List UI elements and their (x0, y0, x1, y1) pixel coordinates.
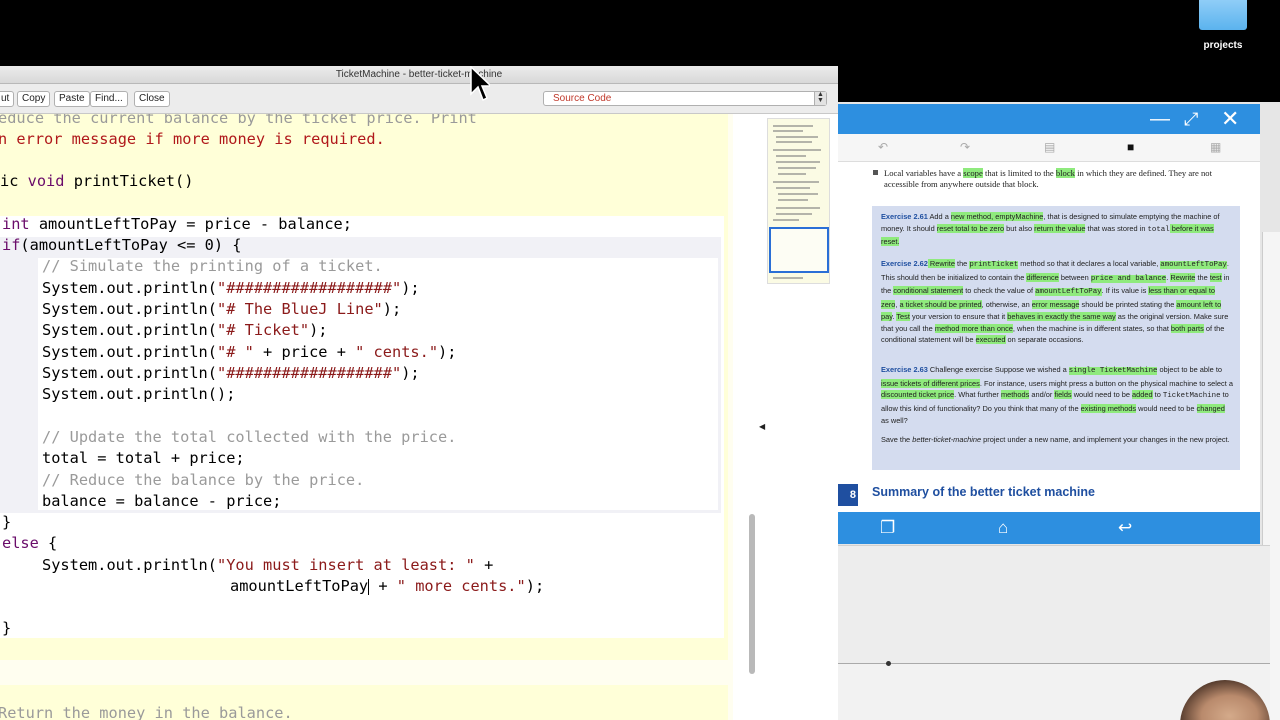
code-line[interactable]: System.out.println("You must insert at l… (42, 555, 493, 576)
code-line[interactable]: // Simulate the printing of a ticket. (42, 256, 383, 277)
vertical-scrollbar[interactable] (748, 114, 756, 676)
code-line[interactable]: else { (2, 533, 57, 554)
viewer-toolbar: ↶ ↷ ▤ ■ ▦ (838, 134, 1260, 162)
code-line[interactable]: } (2, 618, 11, 639)
code-line[interactable]: amountLeftToPay + " more cents."); (230, 576, 544, 597)
window-title[interactable]: TicketMachine - better-ticket-machine (0, 66, 838, 84)
viewer-titlebar: — ⤢ ✕ (838, 104, 1260, 134)
mouse-cursor-icon (470, 66, 490, 102)
section-number: 8 (838, 484, 858, 506)
code-line[interactable]: System.out.println("# " + price + " cent… (42, 342, 456, 363)
book-page: Local variables have a scope that is lim… (838, 162, 1260, 512)
code-editor[interactable]: educe the current balance by the ticket … (0, 114, 733, 720)
select-arrows-icon: ▲ ▼ (814, 91, 826, 105)
paste-button[interactable]: Paste (54, 91, 90, 107)
redo-icon[interactable]: ↷ (960, 140, 970, 154)
code-line[interactable]: Return the money in the balance. (0, 703, 293, 720)
exercise-2-62: Exercise 2.62 Rewrite the printTicket me… (881, 259, 1230, 345)
concept-box: Local variables have a scope that is lim… (884, 168, 1212, 189)
viewer-navbar: ❐ ⌂ ↩ (838, 512, 1260, 544)
recent-apps-icon[interactable]: ❐ (880, 515, 895, 541)
pattern-icon[interactable]: ▦ (1210, 140, 1221, 154)
exercise-2-61: Exercise 2.61 Add a new method, emptyMac… (881, 212, 1220, 247)
section-title: Summary of the better ticket machine (872, 485, 1095, 499)
code-line[interactable]: // Update the total collected with the p… (42, 427, 456, 448)
projects-folder-icon[interactable] (1199, 0, 1247, 30)
code-line[interactable]: balance = balance - price; (42, 491, 281, 512)
code-line[interactable]: System.out.println("# The BlueJ Line"); (42, 299, 401, 320)
code-line[interactable]: System.out.println("# Ticket"); (42, 320, 328, 341)
minimize-icon[interactable]: — (1150, 106, 1170, 132)
code-line[interactable]: } (2, 512, 11, 533)
view-select[interactable]: Source Code ▲ ▼ (543, 91, 827, 106)
copy-button[interactable]: Copy (17, 91, 51, 107)
code-line[interactable]: System.out.println("##################")… (42, 278, 420, 299)
editor-toolbar: ut Copy Paste Find... Close Source Code … (0, 84, 838, 114)
code-line[interactable]: int amountLeftToPay = price - balance; (2, 214, 352, 235)
minimap-viewport[interactable] (769, 227, 829, 273)
bullet-icon (873, 170, 878, 175)
bluej-editor-window: TicketMachine - better-ticket-machine ut… (0, 66, 838, 720)
save-note: Save the better-ticket-machine project u… (881, 435, 1230, 444)
exercise-box: Exercise 2.61 Add a new method, emptyMac… (872, 206, 1240, 470)
menu-icon[interactable]: ▤ (1044, 140, 1055, 154)
code-line[interactable]: ic void printTicket() (0, 171, 193, 192)
close-icon[interactable]: ✕ (1221, 106, 1239, 132)
back-icon[interactable]: ↩ (1118, 515, 1132, 541)
exercise-2-63: Exercise 2.63 Challenge exercise Suppose… (881, 365, 1233, 425)
code-line[interactable]: System.out.println("##################")… (42, 363, 420, 384)
code-minimap[interactable] (767, 118, 830, 284)
code-line[interactable]: educe the current balance by the ticket … (0, 114, 477, 129)
home-icon[interactable]: ⌂ (998, 515, 1008, 541)
code-line[interactable]: System.out.println(); (42, 384, 235, 405)
find-button[interactable]: Find... (90, 91, 128, 107)
code-line[interactable]: // Reduce the balance by the price. (42, 470, 364, 491)
projects-folder-label[interactable]: projects (1192, 40, 1254, 51)
scrollbar-thumb[interactable] (749, 514, 755, 674)
undo-icon[interactable]: ↶ (878, 140, 888, 154)
code-line[interactable]: n error message if more money is require… (0, 129, 385, 150)
code-line[interactable]: if(amountLeftToPay <= 0) { (2, 235, 241, 256)
code-line[interactable]: total = total + price; (42, 448, 245, 469)
fullscreen-icon[interactable]: ⤢ (1184, 106, 1198, 132)
cut-button[interactable]: ut (0, 91, 15, 107)
color-swatch-icon[interactable]: ■ (1127, 140, 1134, 154)
collapse-arrow-icon[interactable]: ◀ (759, 422, 765, 431)
close-button[interactable]: Close (134, 91, 170, 107)
view-select-value: Source Code (553, 93, 612, 104)
